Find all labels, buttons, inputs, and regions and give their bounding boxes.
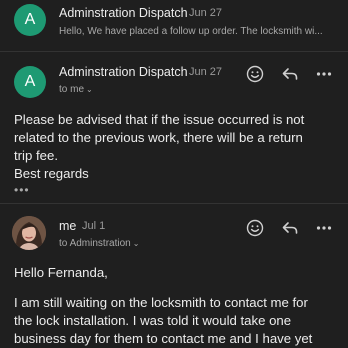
chevron-down-icon: ⌄ bbox=[132, 239, 140, 248]
message-body: I am still waiting on the locksmith to c… bbox=[14, 294, 344, 348]
avatar-letter: A bbox=[24, 73, 36, 90]
message-collapsed[interactable]: A Adminstration Dispatch Jun 27 Hello, W… bbox=[0, 0, 348, 48]
show-trimmed-content-button[interactable]: ••• bbox=[14, 183, 30, 197]
sender-name: Adminstration Dispatch bbox=[59, 6, 188, 20]
message-greeting: Hello Fernanda, bbox=[14, 265, 108, 280]
recipient-label: to me bbox=[59, 84, 85, 95]
avatar: A bbox=[14, 4, 46, 36]
divider bbox=[0, 203, 348, 204]
message-snippet: Hello, We have placed a follow up order.… bbox=[59, 26, 323, 37]
avatar-letter: A bbox=[24, 11, 36, 28]
body-line: the lock installation. I was told it wou… bbox=[14, 313, 292, 328]
body-line: trip fee. bbox=[14, 148, 58, 163]
body-line: Please be advised that if the issue occu… bbox=[14, 112, 305, 127]
divider bbox=[0, 51, 348, 52]
email-thread: A Adminstration Dispatch Jun 27 Hello, W… bbox=[0, 0, 348, 348]
more-options-icon[interactable] bbox=[313, 63, 335, 85]
message-body: Please be advised that if the issue occu… bbox=[14, 111, 344, 183]
sender-name: me bbox=[59, 219, 77, 233]
sender-name: Adminstration Dispatch bbox=[59, 65, 188, 79]
body-line: I am still waiting on the locksmith to c… bbox=[14, 295, 308, 310]
reply-icon[interactable] bbox=[279, 63, 301, 85]
message-date: Jul 1 bbox=[82, 220, 106, 232]
message-date: Jun 27 bbox=[189, 66, 223, 78]
emoji-react-icon[interactable] bbox=[244, 63, 266, 85]
recipient-label: to Adminstration bbox=[59, 238, 131, 249]
recipient-details[interactable]: to me ⌄ bbox=[59, 84, 93, 95]
emoji-react-icon[interactable] bbox=[244, 217, 266, 239]
avatar: A bbox=[14, 66, 46, 98]
avatar bbox=[12, 216, 46, 250]
recipient-details[interactable]: to Adminstration ⌄ bbox=[59, 238, 139, 249]
message-date: Jun 27 bbox=[189, 7, 223, 19]
chevron-down-icon: ⌄ bbox=[86, 85, 93, 94]
reply-icon[interactable] bbox=[279, 217, 301, 239]
body-line: business day for them to contact me and … bbox=[14, 331, 313, 346]
body-line: related to the previous work, there will… bbox=[14, 130, 303, 145]
body-line: Best regards bbox=[14, 166, 89, 181]
more-options-icon[interactable] bbox=[313, 217, 335, 239]
